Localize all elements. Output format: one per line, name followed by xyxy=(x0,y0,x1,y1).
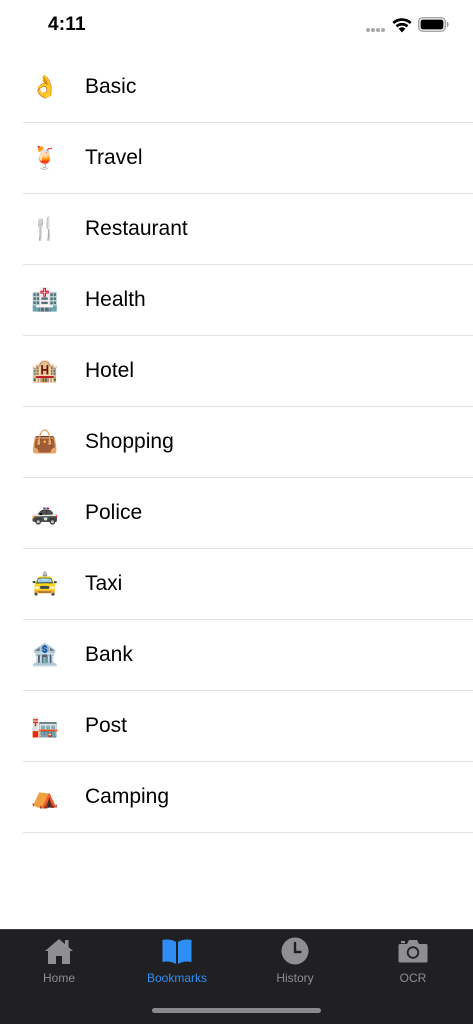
list-item-label: Health xyxy=(85,288,146,311)
list-item-post[interactable]: 🏣 Post xyxy=(23,691,473,762)
status-time: 4:11 xyxy=(48,14,86,35)
tab-bookmarks-label: Bookmarks xyxy=(146,971,208,985)
police-car-icon: 🚓 xyxy=(31,500,59,525)
list-item-hotel[interactable]: 🏨 Hotel xyxy=(23,336,473,407)
list-item-shopping[interactable]: 👜 Shopping xyxy=(23,407,473,478)
list-item-label: Shopping xyxy=(85,430,174,453)
list-item-label: Bank xyxy=(85,643,133,666)
fork-and-knife-icon: 🍴 xyxy=(31,216,59,241)
tent-icon: ⛺ xyxy=(31,784,59,809)
tab-history[interactable]: History xyxy=(236,930,354,990)
list-item-restaurant[interactable]: 🍴 Restaurant xyxy=(23,194,473,265)
bank-icon: 🏦 xyxy=(31,642,59,667)
taxi-icon: 🚖 xyxy=(31,571,59,596)
list-item-bank[interactable]: 🏦 Bank xyxy=(23,620,473,691)
tab-ocr-label: OCR xyxy=(399,971,427,985)
tab-home-label: Home xyxy=(42,971,75,985)
hospital-icon: 🏥 xyxy=(31,287,59,312)
bookmarks-screen: 4:11 👌 Basic 🍹 Travel 🍴 Restaurant 🏥 Health 🏨 Hot… xyxy=(0,0,473,1024)
tab-bookmarks[interactable]: Bookmarks xyxy=(118,930,236,990)
list-item-camping[interactable]: ⛺ Camping xyxy=(23,762,473,833)
list-item-basic[interactable]: 👌 Basic xyxy=(23,52,473,123)
wifi-icon xyxy=(392,18,412,33)
post-office-icon: 🏣 xyxy=(31,713,59,738)
list-item-health[interactable]: 🏥 Health xyxy=(23,265,473,336)
camera-icon xyxy=(398,940,428,963)
list-item-label: Travel xyxy=(85,146,143,169)
cellular-signal-icon xyxy=(366,28,386,32)
home-icon xyxy=(45,939,73,964)
clock-icon xyxy=(281,937,309,965)
list-item-taxi[interactable]: 🚖 Taxi xyxy=(23,549,473,620)
list-item-label: Police xyxy=(85,501,143,524)
home-indicator xyxy=(152,1008,321,1013)
category-list: 👌 Basic 🍹 Travel 🍴 Restaurant 🏥 Health 🏨 Hotel 👜 Sh… xyxy=(0,52,473,833)
tab-ocr[interactable]: OCR xyxy=(354,930,472,990)
ok-hand-icon: 👌 xyxy=(31,74,59,99)
battery-icon xyxy=(418,17,449,32)
tropical-drink-icon: 🍹 xyxy=(31,145,59,170)
handbag-icon: 👜 xyxy=(31,429,59,454)
list-item-travel[interactable]: 🍹 Travel xyxy=(23,123,473,194)
tab-history-label: History xyxy=(276,971,314,985)
list-item-label: Restaurant xyxy=(85,217,188,240)
list-item-police[interactable]: 🚓 Police xyxy=(23,478,473,549)
tab-home[interactable]: Home xyxy=(0,930,118,990)
book-icon xyxy=(162,939,192,964)
hotel-icon: 🏨 xyxy=(31,358,59,383)
list-item-label: Camping xyxy=(85,785,170,808)
list-item-label: Taxi xyxy=(85,572,123,595)
list-item-label: Post xyxy=(85,714,128,737)
tab-bar: Home Bookmarks History OCR xyxy=(0,929,473,1024)
status-bar: 4:11 xyxy=(0,0,473,52)
list-item-label: Hotel xyxy=(85,359,135,382)
list-item-label: Basic xyxy=(85,75,137,98)
